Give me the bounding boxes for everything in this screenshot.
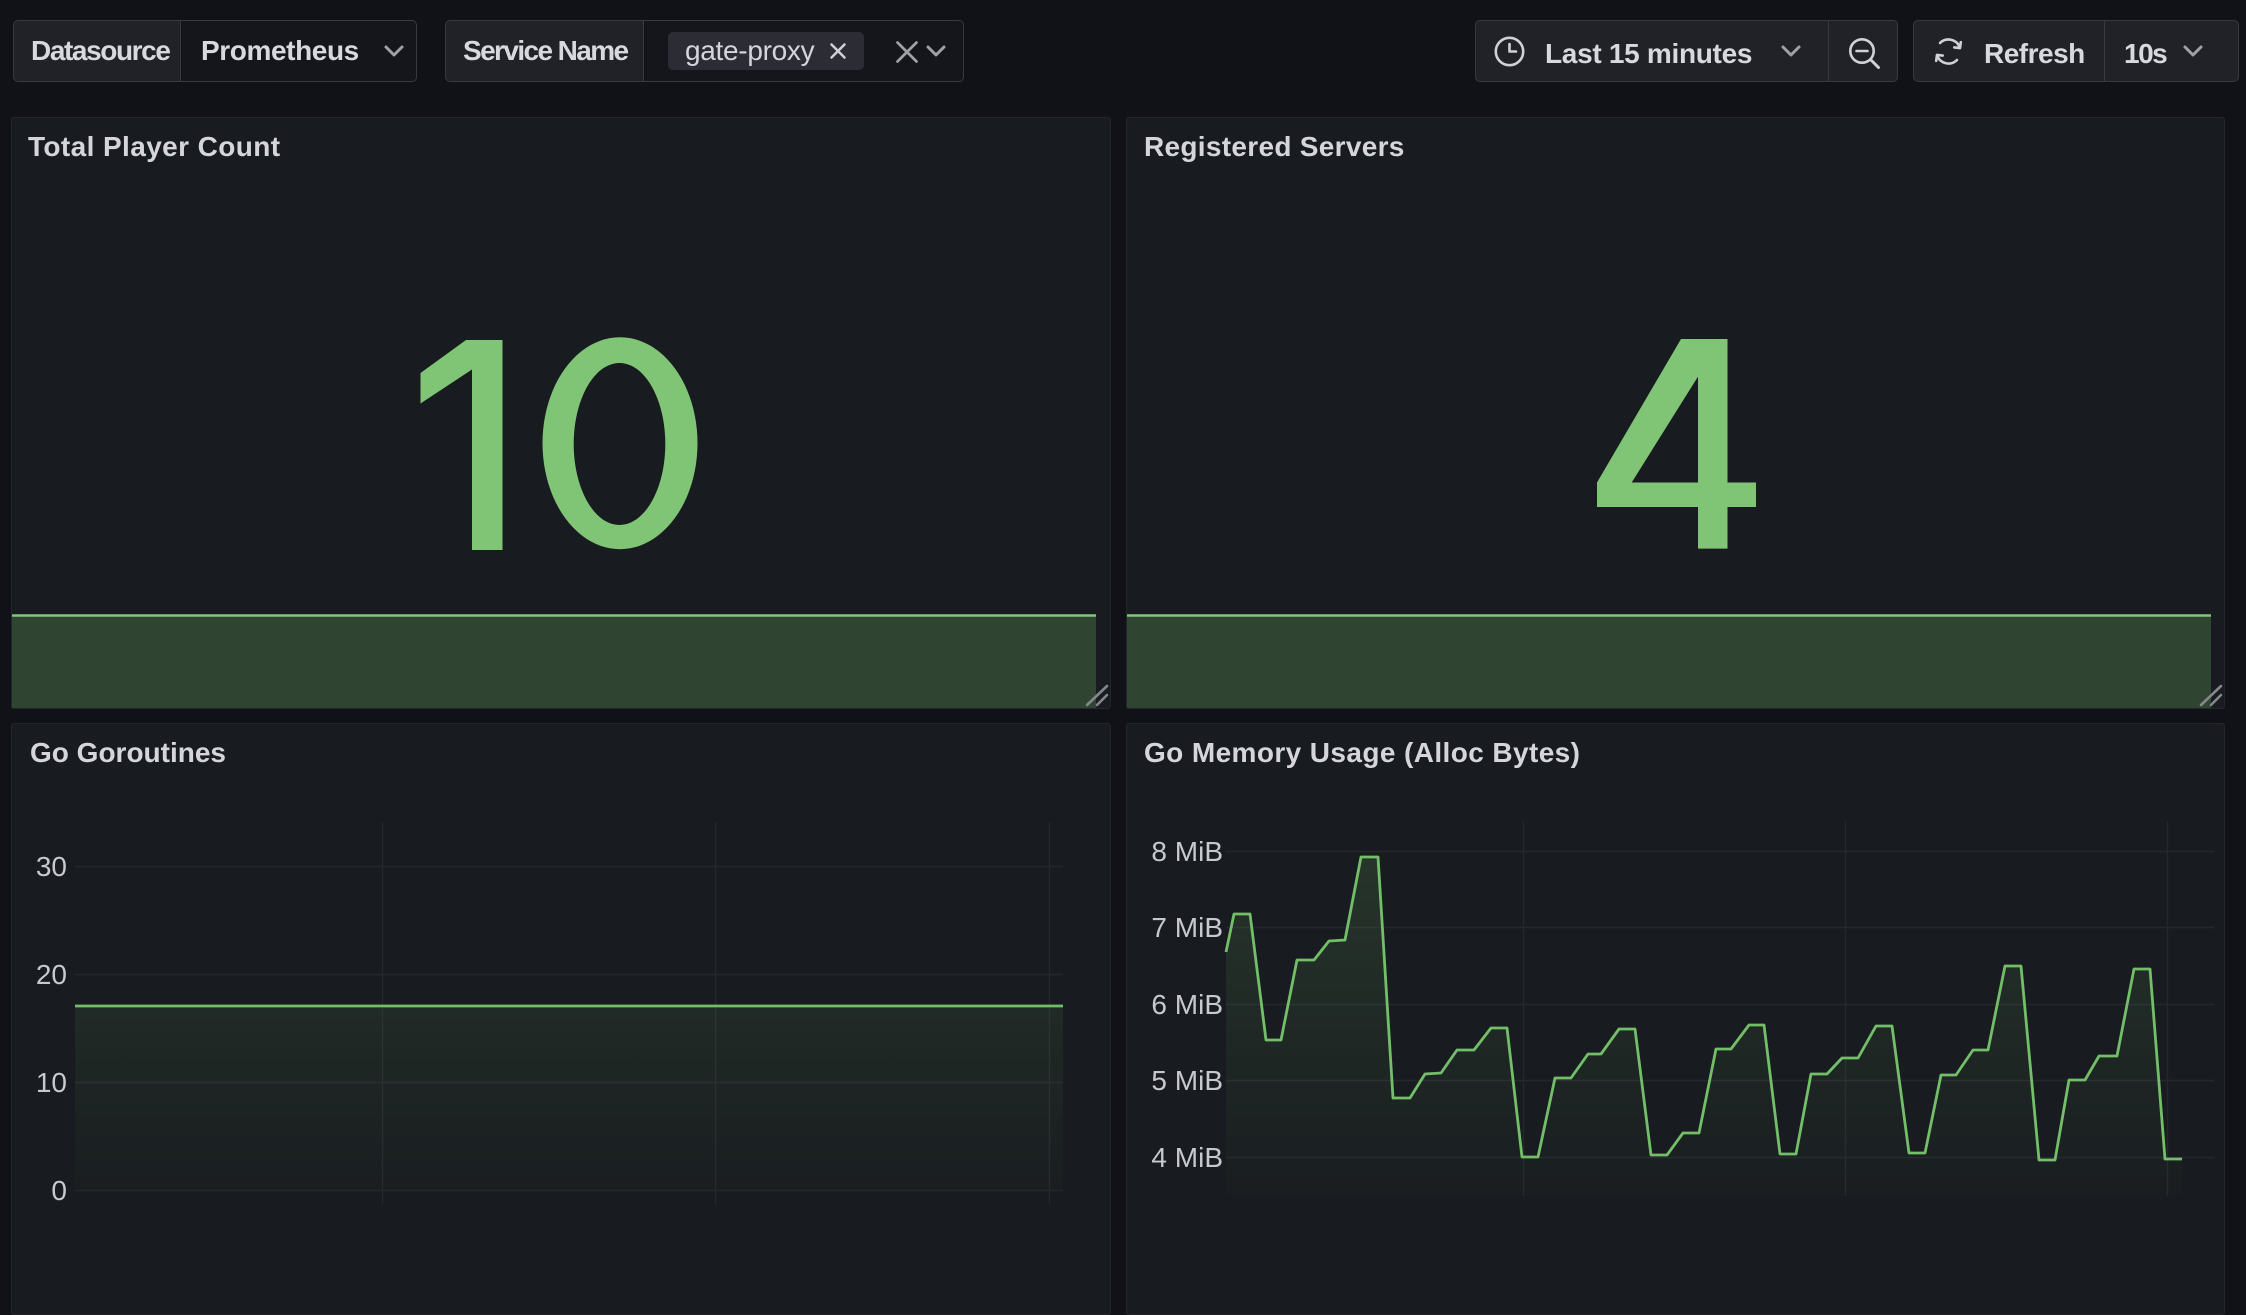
svg-text:4 MiB: 4 MiB bbox=[1151, 1142, 1223, 1173]
svg-text:5 MiB: 5 MiB bbox=[1151, 1065, 1223, 1096]
svg-text:20: 20 bbox=[36, 959, 67, 990]
svg-text:30: 30 bbox=[36, 851, 67, 882]
svg-text:6 MiB: 6 MiB bbox=[1151, 989, 1223, 1020]
svg-text:0: 0 bbox=[51, 1175, 67, 1204]
svg-text:8 MiB: 8 MiB bbox=[1151, 836, 1223, 867]
svg-text:7 MiB: 7 MiB bbox=[1151, 912, 1223, 943]
svg-text:10: 10 bbox=[36, 1067, 67, 1098]
